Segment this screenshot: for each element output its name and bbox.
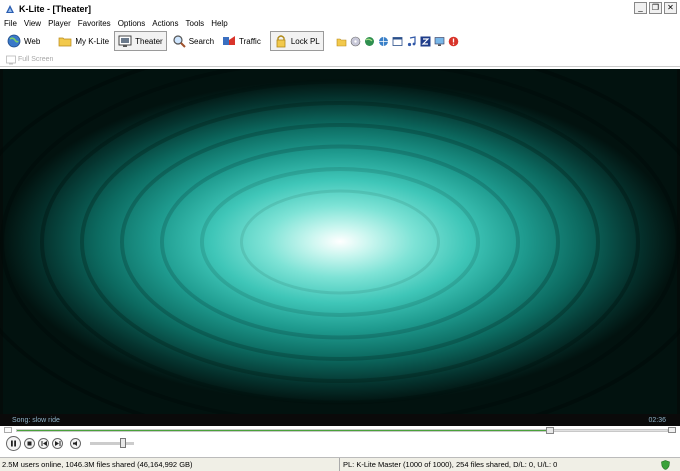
theater-icon bbox=[118, 35, 132, 47]
stop-square-icon bbox=[27, 441, 32, 445]
network-icon[interactable] bbox=[378, 36, 389, 47]
seek-start-button[interactable] bbox=[4, 427, 12, 433]
web-label: Web bbox=[24, 36, 41, 46]
previous-button[interactable] bbox=[38, 437, 49, 449]
open-folder-icon[interactable] bbox=[336, 36, 347, 47]
menu-actions[interactable]: Actions bbox=[152, 19, 178, 28]
cd-icon[interactable] bbox=[350, 36, 361, 47]
main-toolbar: Web My K-Lite Theater Search Traffic Loc… bbox=[0, 30, 680, 52]
lock-icon bbox=[276, 35, 286, 48]
pause-button[interactable] bbox=[6, 435, 21, 451]
next-icon bbox=[54, 440, 60, 446]
music-note-icon[interactable] bbox=[406, 35, 417, 47]
my-klite-button[interactable]: My K-Lite bbox=[55, 31, 112, 51]
traffic-icon bbox=[223, 36, 236, 45]
traffic-button[interactable]: Traffic bbox=[219, 31, 264, 51]
seek-thumb[interactable] bbox=[546, 427, 554, 434]
klite-logo-icon bbox=[6, 4, 14, 13]
menu-tools[interactable]: Tools bbox=[186, 19, 205, 28]
transport-controls bbox=[0, 434, 680, 452]
volume-thumb[interactable] bbox=[120, 437, 126, 448]
speaker-icon bbox=[72, 440, 77, 446]
seek-bar[interactable] bbox=[0, 426, 680, 434]
seek-track[interactable] bbox=[16, 427, 668, 434]
song-title: Song: slow ride bbox=[12, 416, 60, 424]
my-klite-label: My K-Lite bbox=[75, 36, 110, 46]
title-bar: K-Lite - [Theater] _ ❐ ✕ bbox=[0, 0, 680, 17]
menu-help[interactable]: Help bbox=[211, 19, 227, 28]
restore-button[interactable]: ❐ bbox=[649, 2, 662, 14]
secondary-toolbar: Full Screen bbox=[0, 53, 680, 67]
minimize-button[interactable]: _ bbox=[634, 2, 647, 14]
close-button[interactable]: ✕ bbox=[664, 2, 677, 14]
theater-button[interactable]: Theater bbox=[114, 31, 167, 51]
lock-pl-label: Lock PL bbox=[290, 36, 320, 46]
globe-icon bbox=[7, 34, 21, 48]
menu-favorites[interactable]: Favorites bbox=[78, 19, 111, 28]
previous-icon bbox=[41, 440, 47, 446]
menu-bar: File View Player Favorites Options Actio… bbox=[0, 17, 680, 29]
stop-icon[interactable] bbox=[448, 36, 459, 47]
full-screen-button[interactable]: Full Screen bbox=[6, 55, 53, 65]
seek-end-button[interactable] bbox=[668, 427, 676, 433]
song-info-bar: Song: slow ride 02:36 bbox=[0, 414, 680, 426]
playlist-status: PL: K-Lite Master (1000 of 1000), 254 fi… bbox=[343, 460, 558, 469]
stop-button[interactable] bbox=[24, 437, 35, 449]
z-icon[interactable] bbox=[420, 36, 431, 47]
full-screen-label: Full Screen bbox=[18, 56, 54, 63]
search-icon bbox=[173, 35, 186, 48]
status-bar: 2.5M users online, 1046.3M files shared … bbox=[0, 457, 680, 471]
visualization bbox=[0, 69, 680, 414]
menu-file[interactable]: File bbox=[4, 19, 17, 28]
window-icon[interactable] bbox=[392, 36, 403, 47]
monitor-icon[interactable] bbox=[434, 36, 445, 47]
web-button[interactable]: Web bbox=[4, 31, 43, 51]
pause-icon bbox=[11, 440, 16, 446]
song-time: 02:36 bbox=[648, 416, 666, 424]
menu-view[interactable]: View bbox=[24, 19, 41, 28]
theater-label: Theater bbox=[135, 36, 163, 46]
menu-player[interactable]: Player bbox=[48, 19, 71, 28]
search-label: Search bbox=[188, 36, 215, 46]
volume-slider[interactable] bbox=[90, 437, 134, 448]
menu-options[interactable]: Options bbox=[118, 19, 146, 28]
vis-ring bbox=[0, 69, 680, 414]
seek-progress bbox=[17, 430, 550, 431]
earth-icon[interactable] bbox=[364, 36, 375, 47]
full-screen-icon bbox=[6, 55, 16, 64]
search-button[interactable]: Search bbox=[169, 31, 217, 51]
shield-icon bbox=[661, 460, 670, 470]
quick-tools bbox=[336, 35, 459, 47]
traffic-label: Traffic bbox=[239, 36, 261, 46]
window-title: K-Lite - [Theater] bbox=[19, 3, 91, 14]
next-button[interactable] bbox=[52, 437, 63, 449]
video-display[interactable] bbox=[0, 69, 680, 414]
folder-icon bbox=[58, 37, 72, 47]
mute-button[interactable] bbox=[70, 437, 81, 449]
lock-pl-button[interactable]: Lock PL bbox=[269, 31, 324, 51]
window-controls: _ ❐ ✕ bbox=[634, 2, 677, 14]
network-status: 2.5M users online, 1046.3M files shared … bbox=[0, 458, 340, 471]
